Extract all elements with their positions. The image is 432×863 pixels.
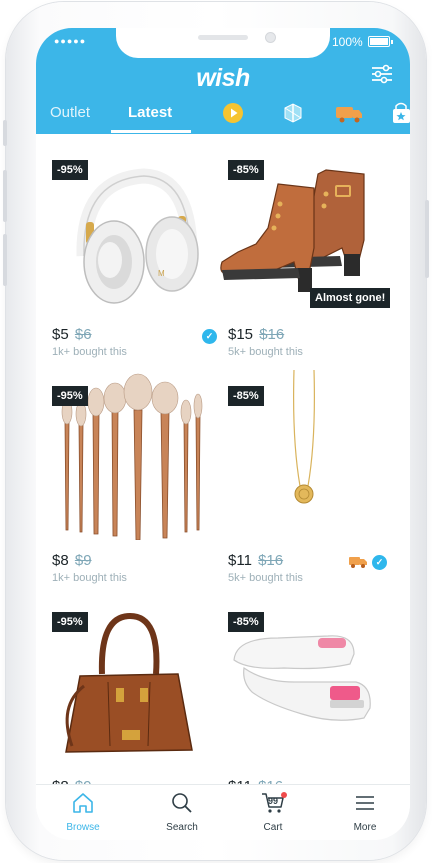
- product-card[interactable]: -95% $8 $9 1k+ bought this: [38, 370, 214, 596]
- battery-percentage: 100%: [332, 35, 363, 49]
- battery-icon: [368, 36, 393, 47]
- product-card[interactable]: -85% Almost gone! $15 $16 5k+ bought thi…: [214, 144, 391, 370]
- original-price: $6: [74, 326, 92, 343]
- wish-logo[interactable]: wish: [188, 64, 258, 93]
- current-price: $8: [52, 552, 69, 569]
- menu-icon: [356, 796, 374, 810]
- almost-gone-tag: Almost gone!: [310, 288, 391, 308]
- volume-up-button: [3, 170, 7, 222]
- shop-category-icon[interactable]: [392, 102, 410, 124]
- discount-badge: -85%: [228, 612, 264, 632]
- discount-badge: -95%: [52, 386, 88, 406]
- nav-cart-label: Cart: [263, 822, 283, 833]
- nav-more[interactable]: More: [330, 791, 400, 833]
- volume-down-button: [3, 234, 7, 286]
- power-button: [425, 200, 429, 278]
- speaker-grille: [198, 35, 248, 40]
- nav-cart[interactable]: 99 Cart: [238, 791, 308, 833]
- bought-count: 1k+ bought this: [52, 572, 127, 584]
- truck-category-icon[interactable]: [334, 104, 364, 124]
- signal-indicator: ●●●●●: [54, 36, 87, 46]
- price-row: $5 $6: [52, 326, 92, 343]
- product-card[interactable]: -85% $11 $16 5k+ bought this ✓: [214, 370, 390, 596]
- current-price: $5: [52, 326, 69, 343]
- search-icon: [172, 793, 192, 813]
- tab-outlet[interactable]: Outlet: [50, 104, 90, 121]
- nav-search-label: Search: [166, 822, 198, 833]
- nav-search[interactable]: Search: [147, 791, 217, 833]
- price-row: $15 $16: [228, 326, 284, 343]
- nav-browse[interactable]: Browse: [48, 791, 118, 833]
- nav-browse-label: Browse: [66, 822, 100, 833]
- nav-more-label: More: [353, 822, 377, 833]
- product-grid: M -95% $5 $6 1k+ bought this ✓ -85% Almo…: [36, 134, 410, 795]
- original-price: $16: [258, 552, 284, 569]
- gift-category-icon[interactable]: [282, 102, 304, 124]
- tab-latest[interactable]: Latest: [128, 104, 172, 121]
- filter-icon[interactable]: [370, 64, 394, 84]
- bottom-navigation-bar: Browse Search 99 Cart More: [36, 784, 410, 840]
- phone-notch: [116, 28, 330, 58]
- phone-frame: ●●●●● 100% wish Outlet Latest M -95% $5 …: [3, 2, 429, 860]
- home-icon: [73, 793, 93, 813]
- discount-badge: -95%: [52, 612, 88, 632]
- camera-icon: [265, 32, 276, 43]
- price-row: $8 $9: [52, 552, 92, 569]
- discount-badge: -95%: [52, 160, 88, 180]
- product-card[interactable]: M -95% $5 $6 1k+ bought this ✓: [38, 144, 217, 370]
- play-category-icon[interactable]: [222, 102, 244, 124]
- cart-count-badge: 99: [267, 796, 278, 806]
- price-row: $11 $16: [228, 552, 283, 569]
- discount-badge: -85%: [228, 386, 264, 406]
- current-price: $11: [228, 552, 252, 569]
- cart-notification-dot: [281, 792, 287, 798]
- bought-count: 1k+ bought this: [52, 346, 127, 358]
- app-screen: ●●●●● 100% wish Outlet Latest M -95% $5 …: [36, 28, 410, 840]
- bought-count: 5k+ bought this: [228, 572, 303, 584]
- active-tab-indicator: [111, 130, 191, 133]
- app-header: ●●●●● 100% wish Outlet Latest: [36, 28, 410, 134]
- fast-shipping-truck-icon: [349, 557, 367, 568]
- bought-count: 5k+ bought this: [228, 346, 303, 358]
- discount-badge: -85%: [228, 160, 264, 180]
- original-price: $9: [74, 552, 92, 569]
- verified-check-icon: ✓: [372, 555, 387, 570]
- original-price: $16: [259, 326, 285, 343]
- current-price: $15: [228, 326, 254, 343]
- svg-text:M: M: [158, 269, 165, 278]
- mute-switch: [3, 120, 7, 146]
